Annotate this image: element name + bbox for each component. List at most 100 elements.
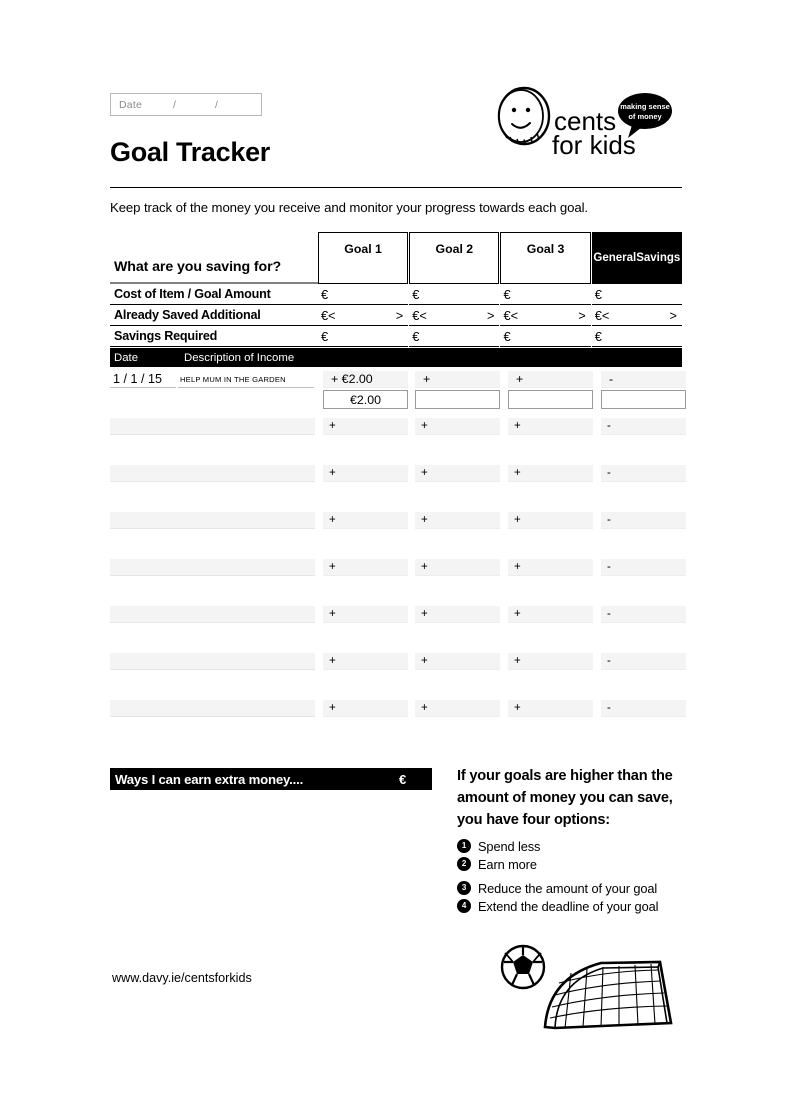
goals-row-already-saved: Already Saved Additional €< > €< > €< > … [110,305,682,326]
income-row-amount-col-3[interactable]: + [508,418,593,435]
goal-2-required-cell[interactable]: € [409,326,500,347]
date-label: Date [119,98,142,111]
income-row-amount-col-4[interactable]: - [601,512,686,529]
income-table-header: Date Description of Income [110,348,682,367]
income-row-description[interactable] [110,653,315,670]
general-savings-header[interactable]: General Savings [591,232,682,284]
income-row-amount-col-1[interactable]: + [323,418,408,435]
goal-3-header[interactable]: Goal 3 [500,232,591,284]
goal-1-saved-value: €< [320,307,336,323]
income-row-amount-col-4[interactable]: - [601,559,686,576]
page-subtitle: Keep track of the money you receive and … [110,200,589,215]
football-goal-illustration [495,935,690,1040]
general-savings-cost-value: € [594,286,602,302]
goal-1-required-cell[interactable]: € [317,326,409,347]
options-title: If your goals are higher than the amount… [457,768,673,829]
income-row-amount-col-3[interactable]: + [508,512,593,529]
goal-2-required-value: € [412,328,420,344]
goal-2-cost-value: € [412,286,420,302]
income-row-amount-col-2[interactable]: + [415,700,500,717]
general-savings-cost-cell[interactable]: € [591,284,682,305]
income-row-amount-col-2[interactable]: + [415,653,500,670]
income-row-amount-col-3[interactable]: + [508,700,593,717]
income-row-amount-col-2[interactable]: + [415,559,500,576]
income-row-total-col-4[interactable] [601,390,686,409]
income-row-amount-col-1[interactable]: + [323,512,408,529]
goals-row-cost-label: Cost of Item / Goal Amount [110,284,318,305]
income-row-amount-col-2[interactable]: + [415,371,500,388]
goals-row-required: Savings Required € € € € [110,326,682,347]
option-label: Spend less [478,838,541,854]
income-row-amount-col-2[interactable]: + [415,512,500,529]
income-row-amount-col-4[interactable]: - [601,465,686,482]
income-row-amount-col-4[interactable]: - [601,700,686,717]
income-row-description[interactable] [110,418,315,435]
income-row-date[interactable]: 1 / 1 / 15 [110,371,176,388]
income-row-amount-col-4[interactable]: - [601,653,686,670]
income-header-description: Description of Income [184,351,295,364]
income-row-amount-col-1[interactable]: + €2.00 [323,371,408,388]
goal-2-header[interactable]: Goal 2 [409,232,500,284]
income-row-amount-col-3[interactable]: + [508,606,593,623]
goals-table: What are you saving for? Goal 1 Goal 2 G… [110,232,682,347]
options-panel: If your goals are higher than the amount… [457,765,689,917]
goal-3-required-cell[interactable]: € [500,326,591,347]
option-number-badge: 2 [457,857,471,872]
option-item: 3 Reduce the amount of your goal [457,881,689,896]
income-row-amount-col-4[interactable]: - [601,371,686,388]
income-row: + + + - [110,559,686,606]
header-divider [110,187,682,188]
date-slash-2: / [215,98,219,111]
income-row-amount-col-3[interactable]: + [508,371,593,388]
svg-text:for kids: for kids [552,130,636,160]
income-row-description[interactable] [110,606,315,623]
income-row-description[interactable] [110,700,315,717]
income-row-amount-col-3[interactable]: + [508,559,593,576]
general-savings-saved-cell[interactable]: €< > [591,305,682,326]
goal-1-cost-cell[interactable]: € [317,284,409,305]
income-row-total-col-2[interactable] [415,390,500,409]
income-row-amount-col-1[interactable]: + [323,653,408,670]
goals-row-required-label: Savings Required [110,326,318,347]
general-savings-required-cell[interactable]: € [591,326,682,347]
option-label: Earn more [478,856,537,872]
goals-header-row: What are you saving for? Goal 1 Goal 2 G… [110,232,682,284]
income-row-description[interactable]: HELP MUM IN THE GARDEN [178,371,314,388]
income-row-amount-col-2[interactable]: + [415,606,500,623]
income-row: + + + - [110,465,686,512]
income-row-description[interactable] [110,465,315,482]
income-row-amount-col-1[interactable]: + [323,606,408,623]
goal-2-cost-cell[interactable]: € [409,284,500,305]
income-row-description[interactable] [110,559,315,576]
income-row-amount-col-1[interactable]: + [323,700,408,717]
footer-url[interactable]: www.davy.ie/centsforkids [112,971,252,985]
income-row-amount-col-4[interactable]: - [601,418,686,435]
goal-2-saved-value: €< [412,307,427,323]
income-row-total-col-3[interactable] [508,390,593,409]
general-savings-saved-arrow: > [669,307,677,323]
saving-for-label: What are you saving for? [110,232,318,284]
income-row-amount-col-2[interactable]: + [415,418,500,435]
goal-1-saved-arrow: > [395,307,404,323]
goal-1-header[interactable]: Goal 1 [317,232,409,284]
coin-face-icon [497,86,551,146]
income-row-amount-col-1[interactable]: + [323,559,408,576]
option-number-badge: 4 [457,899,471,914]
income-row-amount-col-3[interactable]: + [508,653,593,670]
goal-2-saved-cell[interactable]: €< > [409,305,500,326]
income-row-total-col-1[interactable]: €2.00 [323,390,408,409]
income-row: + + + - [110,418,686,465]
option-item: 1 Spend less [457,839,689,854]
income-row-amount-col-1[interactable]: + [323,465,408,482]
general-savings-line-2: Savings [636,251,681,264]
income-row-amount-col-3[interactable]: + [508,465,593,482]
income-row-amount-col-2[interactable]: + [415,465,500,482]
date-input[interactable]: Date / / [110,93,262,116]
income-row-amount-col-4[interactable]: - [601,606,686,623]
goal-3-saved-cell[interactable]: €< > [500,305,591,326]
income-row: + + + - [110,653,686,700]
goal-1-saved-cell[interactable]: €< > [317,305,409,326]
date-slash-1: / [173,98,177,111]
income-row-description[interactable] [110,512,315,529]
goal-3-cost-cell[interactable]: € [500,284,591,305]
